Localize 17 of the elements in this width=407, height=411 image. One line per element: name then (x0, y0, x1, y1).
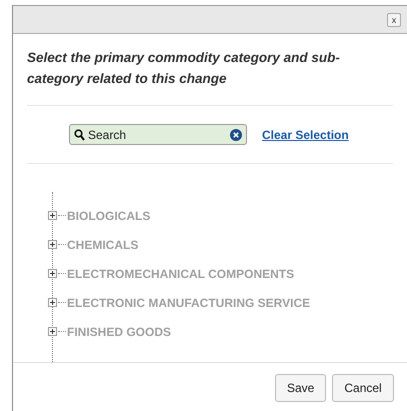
tree-item[interactable]: BIOLOGICALS (67, 208, 150, 222)
expand-icon[interactable] (48, 240, 57, 249)
expand-icon[interactable] (48, 211, 57, 220)
clear-selection-link[interactable]: Clear Selection (262, 128, 349, 142)
instruction-text: Select the primary commodity category and sub-category related to this change (27, 49, 341, 88)
save-button[interactable]: Save (275, 374, 326, 402)
expand-icon[interactable] (48, 327, 57, 336)
expand-icon[interactable] (48, 298, 57, 307)
clear-icon[interactable] (230, 129, 242, 141)
tree-item[interactable]: ELECTROMECHANICAL COMPONENTS (67, 266, 294, 280)
cancel-button[interactable]: Cancel (332, 374, 394, 402)
search-field[interactable]: Search (69, 124, 247, 145)
close-button[interactable]: x (387, 12, 401, 26)
tree-item[interactable]: CHEMICALS (67, 238, 138, 252)
tree-item[interactable]: FINISHED GOODS (67, 324, 172, 338)
expand-icon[interactable] (48, 269, 57, 278)
tree-item[interactable]: ELECTRONIC MANUFACTURING SERVICE (67, 296, 310, 310)
